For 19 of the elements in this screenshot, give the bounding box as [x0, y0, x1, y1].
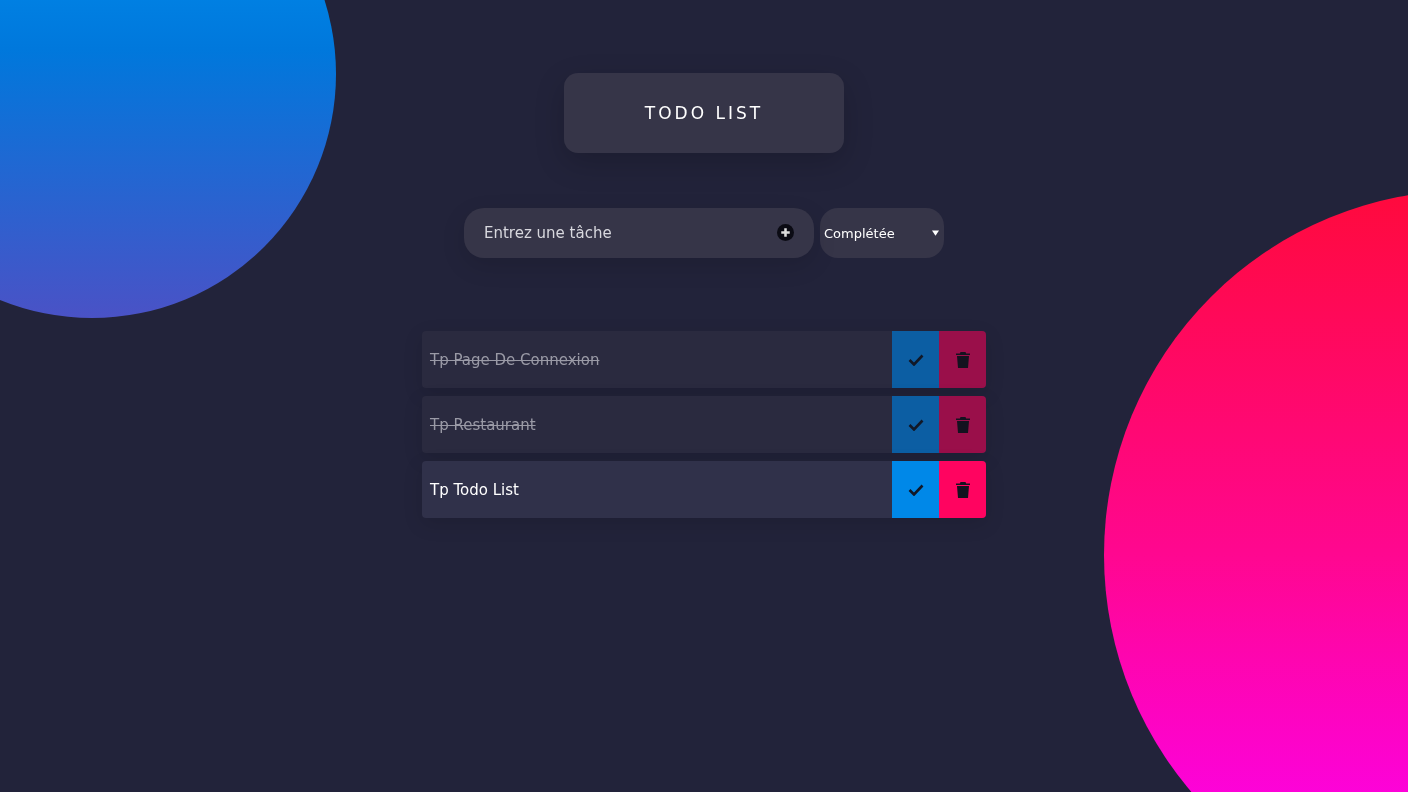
task-input-field[interactable]: Entrez une tâche — [464, 208, 814, 258]
trash-icon — [955, 351, 970, 368]
caret-icon — [932, 230, 939, 236]
todo-text: Tp Page De Connexion — [429, 350, 601, 369]
filter-select[interactable]: Complétée — [820, 208, 944, 258]
add-icon[interactable] — [777, 224, 794, 241]
complete-button[interactable] — [892, 331, 939, 388]
delete-button[interactable] — [939, 331, 986, 388]
checkmark-icon — [907, 418, 924, 431]
delete-button[interactable] — [939, 461, 986, 518]
delete-button[interactable] — [939, 396, 986, 453]
checkmark-icon — [907, 353, 924, 366]
todo-text: Tp Restaurant — [429, 415, 537, 434]
trash-icon — [955, 416, 970, 433]
trash-icon — [955, 481, 970, 498]
app-title: TODO LIST — [644, 103, 764, 123]
checkmark-icon — [907, 483, 924, 496]
complete-button[interactable] — [892, 396, 939, 453]
todo-text: Tp Todo List — [429, 480, 520, 499]
